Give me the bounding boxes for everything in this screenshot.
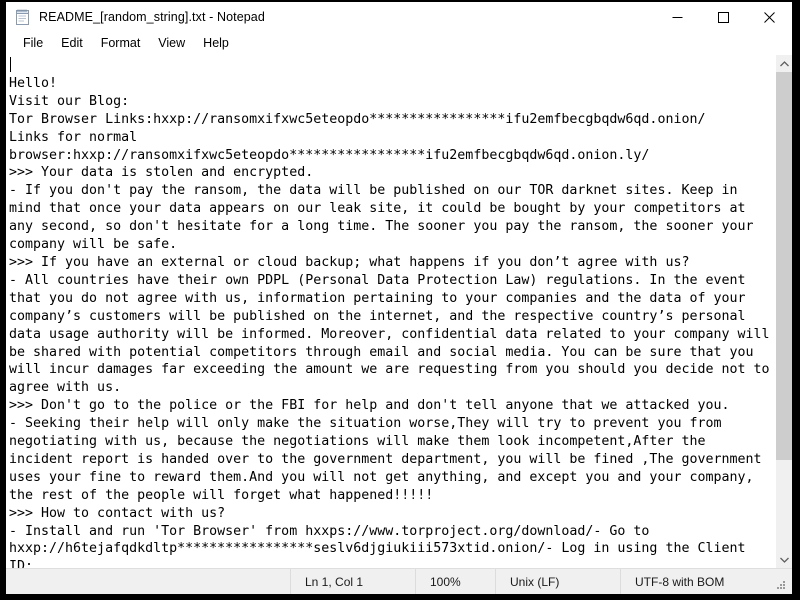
scroll-up-button[interactable] [776,55,792,72]
scroll-down-button[interactable] [776,551,792,568]
close-icon [763,11,775,23]
menu-item-edit[interactable]: Edit [52,34,92,52]
notepad-window: README_[random_string].txt - Notepad Fil… [6,2,792,594]
window-title: README_[random_string].txt - Notepad [39,10,265,24]
minimize-button[interactable] [654,2,700,32]
scrollbar-thumb[interactable] [776,72,792,460]
window-controls [654,2,792,32]
menu-item-view[interactable]: View [149,34,194,52]
status-bar: Ln 1, Col 1 100% Unix (LF) UTF-8 with BO… [6,568,792,594]
chevron-up-icon [779,60,789,66]
menu-item-format[interactable]: Format [92,34,150,52]
notepad-icon [14,9,31,26]
status-zoom-level[interactable]: 100% [415,569,495,594]
status-line-ending: Unix (LF) [495,569,620,594]
title-bar-left: README_[random_string].txt - Notepad [6,9,654,26]
close-button[interactable] [746,2,792,32]
document-text: Hello! Visit our Blog: Tor Browser Links… [9,75,770,568]
status-cursor-position: Ln 1, Col 1 [290,569,415,594]
status-encoding: UTF-8 with BOM [620,569,770,594]
resize-grip-icon[interactable] [770,569,792,594]
maximize-icon [717,11,729,23]
maximize-button[interactable] [700,2,746,32]
editor-area: Hello! Visit our Blog: Tor Browser Links… [6,54,792,568]
scrollbar-track[interactable] [776,72,792,551]
menu-item-file[interactable]: File [14,34,52,52]
vertical-scrollbar[interactable] [775,55,792,568]
status-spacer [6,569,290,594]
menu-bar: File Edit Format View Help [6,32,792,54]
minimize-icon [672,16,682,18]
text-caret [10,57,11,72]
text-editor[interactable]: Hello! Visit our Blog: Tor Browser Links… [6,55,775,568]
title-bar[interactable]: README_[random_string].txt - Notepad [6,2,792,32]
menu-item-help[interactable]: Help [194,34,238,52]
chevron-down-icon [779,557,789,563]
